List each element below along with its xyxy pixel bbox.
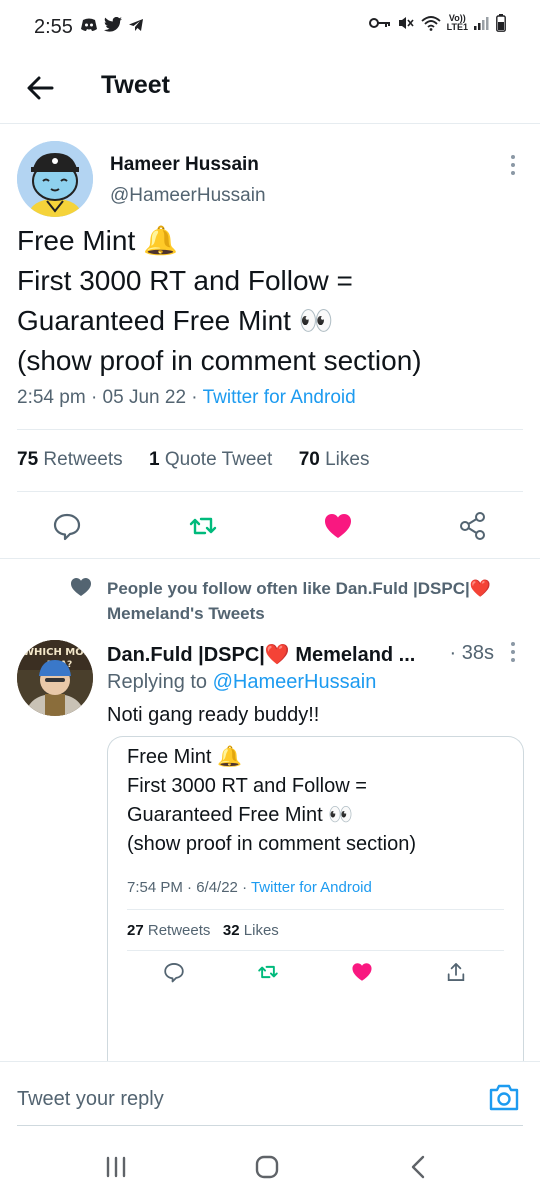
camera-icon[interactable] [488,1082,520,1112]
quotes-count: 1 [149,449,160,470]
upload-share-icon[interactable] [445,961,467,983]
share-icon[interactable] [458,511,488,541]
heart-icon [71,578,91,596]
telegram-icon [129,18,143,31]
tweet-text: Free Mint 🔔 First 3000 RT and Follow = G… [17,221,517,381]
quote-retweets-count: 27 [127,922,144,939]
quoted-tweet-card[interactable]: Free Mint 🔔 First 3000 RT and Follow = G… [107,736,524,1076]
tweet-stats: 75 Retweets 1 Quote Tweet 70 Likes [17,449,369,471]
avatar[interactable] [17,141,93,217]
comment-icon[interactable] [163,961,185,983]
quote-likes-stat[interactable]: 32 Likes [223,922,279,939]
discord-icon [81,18,97,31]
quote-likes-count: 32 [222,922,240,939]
reply-author-name[interactable]: Dan.Fuld |DSPC|❤️ Memeland ... [107,642,415,667]
retweets-stat[interactable]: 75 Retweets [17,449,123,470]
replying-handle-link[interactable]: @HameerHussain [213,671,377,693]
mute-icon [398,17,414,29]
quote-text-line: Guaranteed Free Mint 👀 [127,804,354,826]
likes-count: 70 [298,449,320,470]
signal-icon [474,17,489,30]
arrow-left-icon[interactable] [22,70,58,106]
status-notification-icons [80,17,144,32]
more-vertical-icon[interactable] [503,640,523,664]
network-label: Vo)) LTE1 [446,13,468,32]
wifi-icon [421,16,441,31]
retweets-count: 75 [17,449,39,470]
avatar-illustration [17,141,93,217]
quote-likes-label: Likes [243,922,279,939]
tweet-text-line: Guaranteed Free Mint 👀 [17,305,334,336]
system-nav-bar [0,1134,540,1200]
likes-label: Likes [325,449,370,470]
author-handle[interactable]: @HameerHussain [110,185,266,207]
svg-text:WHICH MORE: WHICH MORE [23,647,93,658]
twitter-bird-icon [104,17,122,32]
recent-apps-icon[interactable] [103,1154,129,1180]
tweet-text-line: First 3000 RT and Follow = [17,265,353,296]
page-title: Tweet [101,71,170,99]
quote-retweets-label: Retweets [147,922,211,939]
status-bar: 2:55 Vo)) LTE1 [0,0,540,56]
tweet-actions [0,493,540,559]
quotes-label: Quote Tweet [164,449,273,470]
likes-stat[interactable]: 70 Likes [299,449,370,470]
avatar[interactable]: WHICH MORE ZZA? [17,640,93,716]
retweets-label: Retweets [43,449,123,470]
divider [127,950,504,951]
quote-text: Free Mint 🔔 First 3000 RT and Follow = G… [127,743,416,859]
social-context: People you follow often like Dan.Fuld |D… [107,579,491,623]
quote-text-line: Free Mint 🔔 [127,746,242,768]
meta-separator: · [90,387,103,408]
reply-input[interactable]: Tweet your reply [17,1088,164,1111]
tweet-text-line: Free Mint 🔔 [17,225,178,256]
meta-separator: · [191,387,203,408]
author-name[interactable]: Hameer Hussain [110,154,259,176]
key-icon [368,18,390,28]
tweet-source-link[interactable]: Twitter for Android [203,387,356,408]
quote-retweets-stat[interactable]: 27 Retweets [127,922,210,939]
section-divider [0,558,540,559]
reply-composer: Tweet your reply [0,1061,540,1133]
tweet-text-line: (show proof in comment section) [17,345,422,376]
divider [17,429,523,430]
status-system-icons: Vo)) LTE1 [368,13,506,32]
status-time: 2:55 [34,16,73,38]
quote-stats: 27 Retweets 32 Likes [127,922,279,939]
heart-filled-icon[interactable] [323,511,353,541]
tweet-meta: 2:54 pm · 05 Jun 22 · Twitter for Androi… [17,387,356,409]
reply-input-underline [17,1125,523,1126]
tweet-date: 05 Jun 22 [102,387,187,408]
replying-prefix: Replying to [107,671,208,693]
avatar-illustration: WHICH MORE ZZA? [17,640,93,716]
reply-time: · 38s [449,642,494,664]
quote-meta: 7:54 PM · 6/4/22 · Twitter for Android [127,879,372,896]
quote-text-line: (show proof in comment section) [127,833,417,855]
comment-icon[interactable] [52,511,82,541]
heart-filled-icon[interactable] [351,961,373,983]
quotes-stat[interactable]: 1 Quote Tweet [149,449,272,470]
quote-text-line: First 3000 RT and Follow = [127,775,367,797]
reply-tweet[interactable]: People you follow often like Dan.Fuld |D… [0,560,540,1076]
quote-source-link[interactable]: Twitter for Android [251,879,372,896]
retweet-icon[interactable] [257,961,279,983]
tweet-time: 2:54 pm [17,387,86,408]
battery-icon [496,14,506,32]
back-nav-icon[interactable] [406,1154,432,1180]
home-icon[interactable] [254,1154,280,1180]
divider [17,491,523,492]
retweet-icon[interactable] [188,511,218,541]
more-vertical-icon[interactable] [503,153,523,177]
reply-text: Noti gang ready buddy!! [107,704,320,726]
replying-to: Replying to @HameerHussain [107,671,376,694]
app-bar: Tweet [0,56,540,124]
quote-time: 7:54 PM · 6/4/22 · [127,879,248,896]
divider [127,909,504,910]
